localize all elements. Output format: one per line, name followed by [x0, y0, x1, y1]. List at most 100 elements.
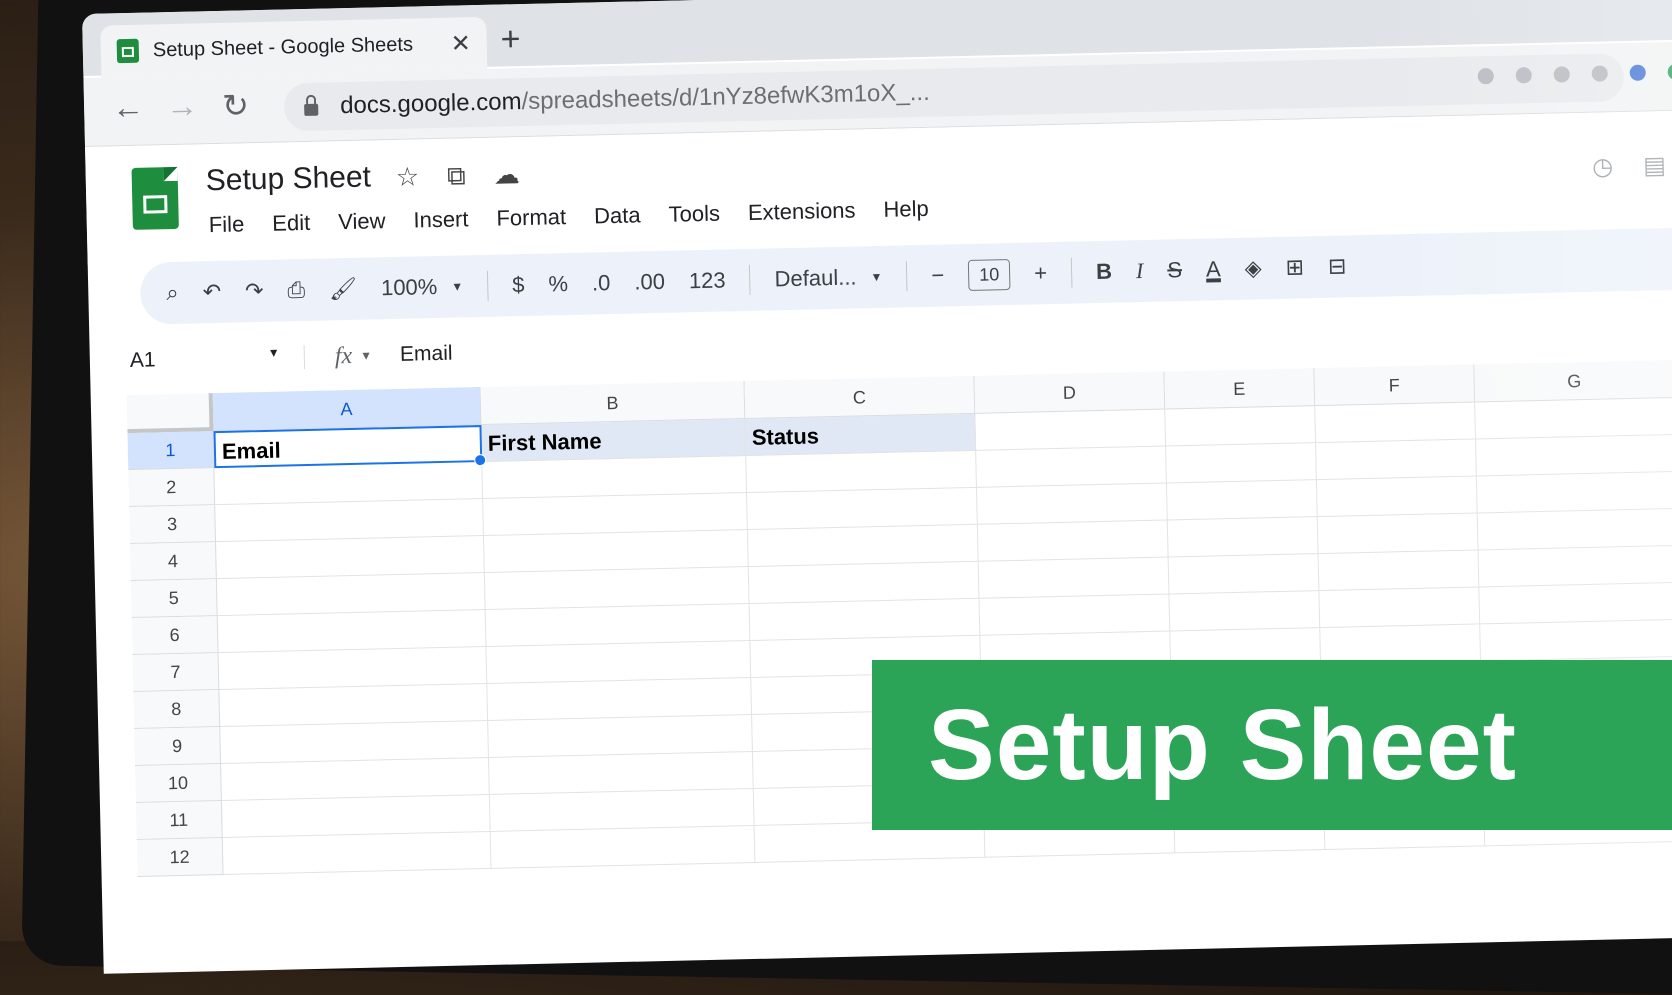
- grid-cell[interactable]: [486, 640, 752, 684]
- grid-cell[interactable]: [221, 757, 490, 802]
- menu-format[interactable]: Format: [496, 204, 566, 232]
- history-icon[interactable]: ◷: [1592, 152, 1614, 181]
- column-header-b[interactable]: B: [480, 381, 746, 426]
- cell-b1[interactable]: First Name: [481, 419, 747, 463]
- grid-cell[interactable]: [1320, 624, 1482, 666]
- grid-cell[interactable]: [489, 788, 755, 832]
- paint-format-icon[interactable]: 🖌: [329, 276, 358, 303]
- browser-tab[interactable]: Setup Sheet - Google Sheets ✕: [100, 16, 488, 78]
- font-size-increase-button[interactable]: +: [1034, 260, 1047, 286]
- new-tab-icon[interactable]: +: [500, 20, 521, 59]
- column-header-g[interactable]: G: [1474, 359, 1672, 403]
- grid-cell[interactable]: [1167, 517, 1319, 558]
- reload-icon[interactable]: ↻: [222, 86, 250, 125]
- grid-cell[interactable]: [1316, 439, 1477, 481]
- print-icon[interactable]: ⎙: [287, 277, 305, 303]
- grid-cell[interactable]: [217, 609, 487, 654]
- row-header[interactable]: 5: [130, 579, 218, 619]
- row-header[interactable]: 4: [130, 542, 217, 582]
- menu-help[interactable]: Help: [883, 196, 929, 223]
- grid-cell[interactable]: [485, 604, 751, 647]
- back-arrow-icon[interactable]: ←: [112, 89, 145, 127]
- extension-icon[interactable]: [1477, 67, 1494, 85]
- row-header[interactable]: 3: [129, 505, 217, 545]
- grid-cell[interactable]: [1477, 508, 1672, 551]
- grid-cell[interactable]: [976, 483, 1168, 525]
- grid-cell[interactable]: [216, 573, 486, 617]
- menu-edit[interactable]: Edit: [272, 210, 311, 237]
- grid-cell[interactable]: [979, 594, 1171, 636]
- row-header[interactable]: 9: [134, 727, 222, 766]
- close-tab-icon[interactable]: ✕: [450, 29, 471, 58]
- grid-cell[interactable]: [749, 598, 981, 641]
- row-header[interactable]: 11: [135, 801, 223, 840]
- sheets-logo-icon[interactable]: [131, 166, 179, 230]
- document-title[interactable]: Setup Sheet: [205, 160, 371, 198]
- grid-cell[interactable]: [1168, 554, 1320, 595]
- function-icon[interactable]: fx: [335, 342, 353, 369]
- grid-cell[interactable]: [1480, 619, 1672, 662]
- redo-icon[interactable]: ↷: [245, 278, 264, 304]
- cell-a1[interactable]: Email: [213, 425, 483, 469]
- forward-arrow-icon[interactable]: →: [166, 87, 199, 125]
- cell-d1[interactable]: [975, 409, 1167, 451]
- cell-c1[interactable]: Status: [745, 413, 977, 457]
- formula-input[interactable]: Email: [400, 342, 453, 367]
- grid-cell[interactable]: [1478, 545, 1672, 588]
- row-header[interactable]: 2: [128, 468, 216, 508]
- currency-format-button[interactable]: $: [512, 272, 525, 298]
- extension-icon[interactable]: [1553, 66, 1570, 83]
- grid-cell[interactable]: [219, 683, 489, 728]
- row-header[interactable]: 12: [136, 838, 224, 877]
- grid-cell[interactable]: [220, 720, 489, 765]
- font-size-decrease-button[interactable]: −: [931, 263, 944, 289]
- grid-cell[interactable]: [978, 557, 1170, 599]
- grid-cell[interactable]: [216, 536, 485, 580]
- row-header[interactable]: 1: [127, 431, 215, 471]
- grid-cell[interactable]: [215, 499, 484, 543]
- row-header[interactable]: 6: [131, 616, 219, 656]
- extension-icon[interactable]: [1629, 64, 1646, 81]
- grid-cell[interactable]: [1318, 550, 1480, 592]
- font-size-input[interactable]: 10: [967, 258, 1011, 291]
- cell-e1[interactable]: [1165, 406, 1317, 447]
- grid-cell[interactable]: [1166, 480, 1318, 521]
- column-header-d[interactable]: D: [974, 371, 1166, 414]
- extension-icon[interactable]: [1591, 65, 1608, 82]
- merge-cells-icon[interactable]: ⊟: [1328, 253, 1347, 279]
- grid-cell[interactable]: [1317, 513, 1479, 555]
- column-header-f[interactable]: F: [1314, 364, 1476, 407]
- grid-cell[interactable]: [977, 520, 1169, 562]
- grid-cell[interactable]: [484, 567, 750, 610]
- undo-icon[interactable]: ↶: [202, 279, 221, 305]
- menu-extensions[interactable]: Extensions: [748, 198, 856, 226]
- increase-decimal-button[interactable]: .00: [634, 269, 665, 296]
- grid-cell[interactable]: [976, 446, 1167, 488]
- star-icon[interactable]: ☆: [395, 161, 419, 194]
- grid-cell[interactable]: [222, 831, 492, 876]
- grid-cell[interactable]: [482, 456, 748, 500]
- row-header[interactable]: 10: [135, 764, 222, 803]
- grid-cell[interactable]: [483, 530, 749, 574]
- grid-cell[interactable]: [1169, 591, 1321, 632]
- cell-g1[interactable]: [1475, 397, 1672, 440]
- grid-cell[interactable]: [218, 646, 488, 691]
- row-header[interactable]: 7: [132, 653, 220, 693]
- fill-color-icon[interactable]: ◈: [1244, 255, 1262, 281]
- font-select[interactable]: Defaul... ▼: [774, 264, 882, 292]
- grid-cell[interactable]: [1316, 476, 1478, 518]
- select-all-corner[interactable]: [126, 393, 214, 434]
- menu-insert[interactable]: Insert: [413, 206, 469, 233]
- column-header-e[interactable]: E: [1164, 368, 1316, 410]
- italic-button[interactable]: I: [1136, 258, 1144, 284]
- grid-cell[interactable]: [488, 714, 753, 758]
- grid-cell[interactable]: [1319, 587, 1481, 629]
- strikethrough-button[interactable]: S: [1167, 257, 1182, 283]
- name-box[interactable]: A1 ▼: [129, 345, 306, 373]
- grid-cell[interactable]: [490, 825, 756, 869]
- move-folder-icon[interactable]: ⧉: [447, 160, 466, 192]
- menu-view[interactable]: View: [338, 208, 386, 235]
- grid-cell[interactable]: [747, 487, 978, 531]
- grid-cell[interactable]: [1166, 443, 1317, 484]
- grid-cell[interactable]: [1476, 434, 1672, 477]
